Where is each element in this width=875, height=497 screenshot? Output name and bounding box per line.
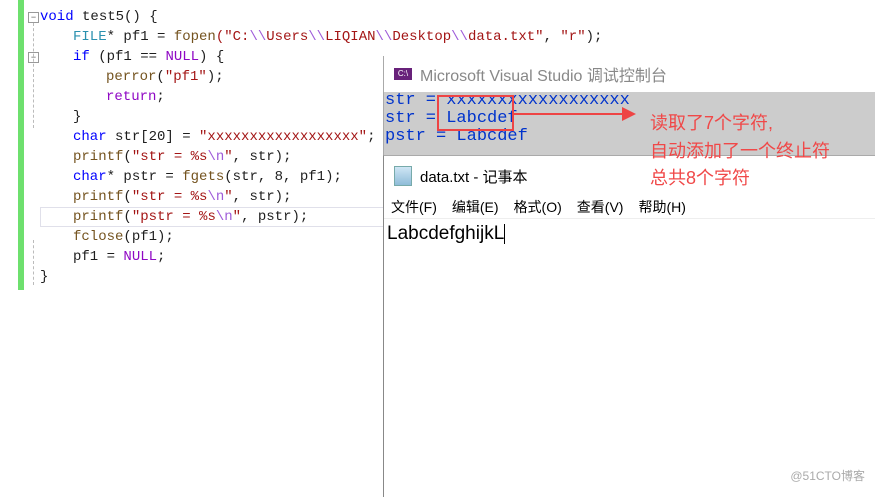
code-line: fclose(pf1); [73, 229, 174, 245]
annotation-text: 读取了7个字符, [650, 113, 774, 133]
annotation-text: 自动添加了一个终止符 [650, 141, 830, 161]
code-line: printf("str = %s\n", str); [73, 189, 292, 205]
notepad-content: LabcdefghijkL [387, 223, 505, 244]
code-line: char str[20] = "xxxxxxxxxxxxxxxxxx"; [73, 129, 376, 145]
annotation-text: 总共8个字符 [650, 168, 751, 188]
highlight-box [437, 95, 514, 131]
notepad-icon [394, 166, 412, 186]
fold-guide [33, 240, 34, 285]
code-line: char* pstr = fgets(str, 8, pf1); [73, 169, 342, 185]
menu-help[interactable]: 帮助(H) [638, 197, 685, 217]
code-line: } [40, 269, 49, 285]
menu-file[interactable]: 文件(F) [391, 197, 437, 217]
watermark: @51CTO博客 [790, 469, 865, 483]
code-line: printf("str = %s\n", str); [73, 149, 292, 165]
console-app-icon: C:\ [394, 68, 412, 80]
code-line: FILE* pf1 = fopen("C:\\Users\\LIQIAN\\De… [73, 29, 603, 45]
menu-format[interactable]: 格式(O) [514, 197, 562, 217]
console-title-bar[interactable]: C:\ Microsoft Visual Studio 调试控制台 [384, 56, 875, 92]
menu-view[interactable]: 查看(V) [577, 197, 624, 217]
change-gutter [18, 0, 24, 290]
code-line: } [73, 109, 82, 125]
annotation-arrow [514, 113, 626, 115]
arrow-head-icon [622, 107, 636, 121]
code-line: perror("pf1"); [106, 69, 224, 85]
code-line: return; [106, 89, 165, 105]
notepad-window[interactable]: data.txt - 记事本 文件(F) 编辑(E) 格式(O) 查看(V) 帮… [383, 155, 875, 497]
notepad-menu-bar: 文件(F) 编辑(E) 格式(O) 查看(V) 帮助(H) [384, 196, 875, 219]
menu-edit[interactable]: 编辑(E) [452, 197, 499, 217]
code-line: if (pf1 == NULL) { [73, 49, 225, 65]
notepad-title: data.txt - 记事本 [420, 168, 528, 186]
notepad-text-area[interactable]: LabcdefghijkL [384, 219, 875, 245]
code-line: printf("pstr = %s\n", pstr); [73, 209, 309, 225]
console-title: Microsoft Visual Studio 调试控制台 [420, 68, 667, 85]
text-caret [504, 223, 506, 244]
code-line: pf1 = NULL; [73, 249, 166, 265]
code-line: void test5() { [40, 9, 158, 25]
fold-guide [33, 23, 34, 128]
fold-toggle-icon[interactable]: − [28, 12, 39, 23]
